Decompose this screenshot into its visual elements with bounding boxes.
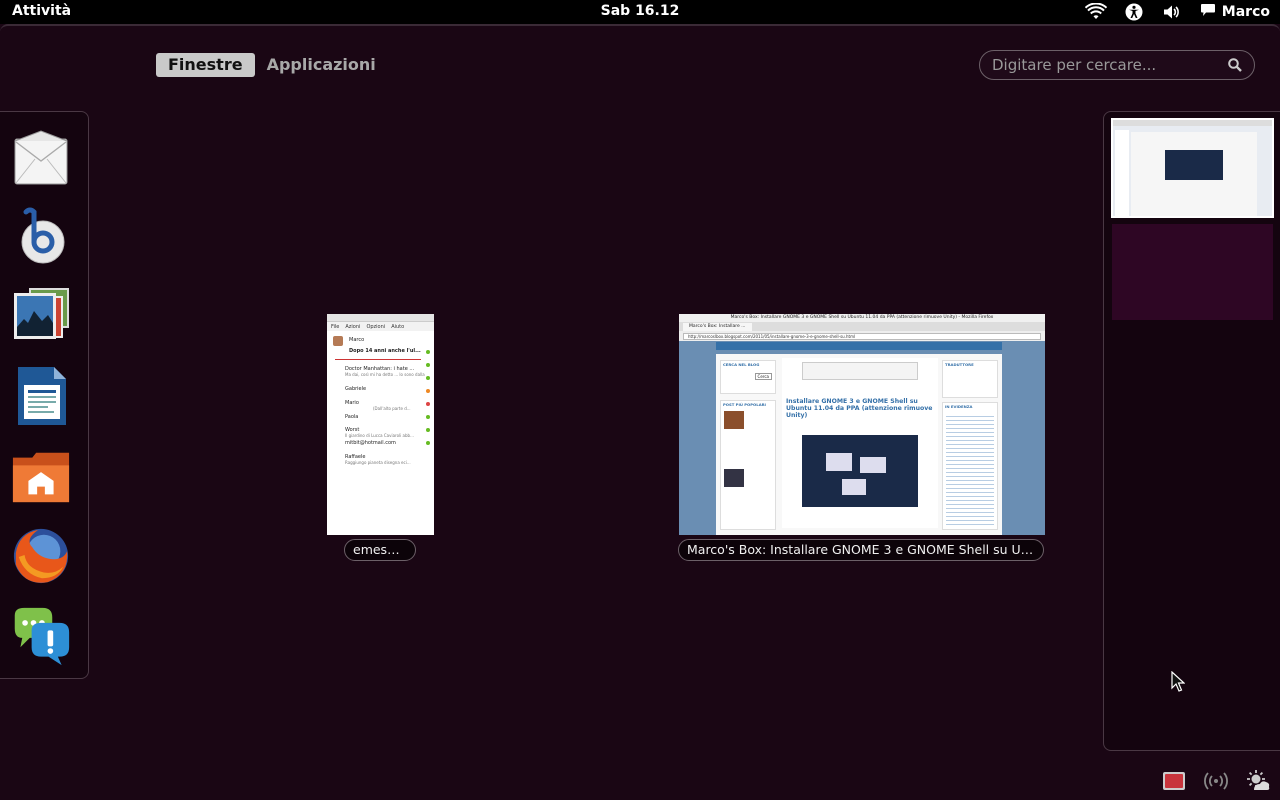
post-image <box>724 469 744 487</box>
shotwell-photos-icon[interactable] <box>11 284 71 348</box>
network-icon[interactable] <box>1204 771 1228 795</box>
contact-name: Mario <box>345 400 359 406</box>
message-tray <box>1162 770 1270 796</box>
contact-name: mitbit@hotmail.com <box>345 440 396 446</box>
emesene-menu: File Azioni Opzioni Aiuto <box>327 322 434 331</box>
blog-translator: TRADUTTORE <box>942 360 998 398</box>
sidebar-heading: TRADUTTORE <box>945 362 974 367</box>
mail-client-icon[interactable] <box>11 126 71 190</box>
firefox-icon[interactable] <box>11 524 71 588</box>
window-thumbnail-emesene[interactable]: File Azioni Opzioni Aiuto Marco Dopo 14 … <box>327 314 434 535</box>
overview-frame <box>0 24 1280 34</box>
search-icon <box>1228 58 1242 72</box>
tab-applications[interactable]: Applicazioni <box>267 53 388 77</box>
audio-player <box>802 362 918 380</box>
activities-button[interactable]: Attività <box>12 3 71 19</box>
tab-windows[interactable]: Finestre <box>156 53 255 77</box>
status-area: Marco <box>1072 0 1270 24</box>
banshee-icon[interactable] <box>11 204 71 268</box>
menu-item: Opzioni <box>366 324 386 330</box>
home-folder-icon[interactable] <box>11 445 71 509</box>
url-bar: http://marcoslbox.blogspot.com/2011/05/i… <box>683 332 1041 340</box>
window-thumbnail-firefox[interactable]: Marco's Box: Installare GNOME 3 e GNOME … <box>679 314 1045 535</box>
presence-dots <box>426 350 430 460</box>
divider <box>335 359 421 360</box>
top-panel: Attività Sab 16.12 Marco <box>0 0 1280 24</box>
post-screenshot <box>802 435 918 507</box>
sidebar-heading: IN EVIDENZA <box>945 404 973 409</box>
user-name: Marco <box>1221 4 1270 20</box>
sidebar-heading: CERCA NEL BLOG <box>723 362 760 367</box>
mouse-cursor <box>1171 670 1186 697</box>
emesene-user: Marco <box>349 337 365 343</box>
menu-item: File <box>331 324 340 330</box>
contact-status: Ma dai, così mi ha detto ... lo sono dal… <box>345 372 425 377</box>
blog-search-button: Cerca <box>754 373 772 380</box>
menu-item: Azioni <box>345 324 361 330</box>
post-title: Installare GNOME 3 e GNOME Shell su Ubun… <box>786 398 933 419</box>
window-caption-firefox[interactable]: Marco's Box: Installare GNOME 3 e GNOME … <box>678 539 1044 561</box>
workspace-thumbnail-2[interactable] <box>1112 224 1273 320</box>
search-input[interactable] <box>992 56 1222 74</box>
blog-highlights: IN EVIDENZA <box>942 402 998 530</box>
weather-icon[interactable] <box>1246 770 1270 796</box>
browser-tab: Marco's Box: Installare ... <box>683 322 752 331</box>
link-list <box>946 413 994 525</box>
avatar <box>333 336 343 346</box>
wifi-icon[interactable] <box>1082 0 1110 24</box>
contact-name: Paola <box>345 414 359 420</box>
firefox-titlebar: Marco's Box: Installare GNOME 3 e GNOME … <box>679 314 1045 322</box>
menu-item: Aiuto <box>391 324 405 330</box>
blog-popular-posts: POST PIÙ POPOLARI <box>720 400 776 530</box>
contact-status: Raggiungo pianeta disegna eci... <box>345 460 411 465</box>
view-selector: Finestre Applicazioni <box>156 53 388 77</box>
clock[interactable]: Sab 16.12 <box>601 3 680 19</box>
dash <box>0 111 89 679</box>
contact-status: (Dall'alto parte d... <box>373 406 411 411</box>
window-caption-emesene[interactable]: emesene <box>344 539 416 561</box>
emesene-status-message: Dopo 14 anni anche l'ul... <box>349 348 421 354</box>
search-box[interactable] <box>979 50 1255 80</box>
blog-main: Installare GNOME 3 e GNOME Shell su Ubun… <box>782 358 938 528</box>
contact-status: Il giardino di Lucca Caviaroli abb... <box>345 433 414 438</box>
screen-recorder-icon[interactable] <box>1162 771 1186 795</box>
accessibility-icon[interactable] <box>1120 0 1148 24</box>
workspace-thumbnail-1[interactable] <box>1111 118 1274 218</box>
contact-name: Gabriele <box>345 386 367 392</box>
workspace-switcher <box>1103 111 1280 751</box>
volume-icon[interactable] <box>1158 0 1186 24</box>
firefox-tabbar: Marco's Box: Installare ... <box>679 322 1045 331</box>
post-image <box>724 411 744 429</box>
libreoffice-writer-icon[interactable] <box>11 364 71 428</box>
sidebar-heading: POST PIÙ POPOLARI <box>723 402 766 407</box>
blog-sidebar-left: CERCA NEL BLOG Cerca <box>720 360 776 394</box>
blog-page: CERCA NEL BLOG Cerca POST PIÙ POPOLARI I… <box>716 354 1002 535</box>
chat-status-icon <box>1200 3 1216 21</box>
empathy-chat-icon[interactable] <box>11 604 71 668</box>
firefox-navbar: http://marcoslbox.blogspot.com/2011/05/i… <box>679 331 1045 341</box>
blog-navbar <box>716 342 1002 350</box>
user-menu[interactable]: Marco <box>1200 3 1270 21</box>
